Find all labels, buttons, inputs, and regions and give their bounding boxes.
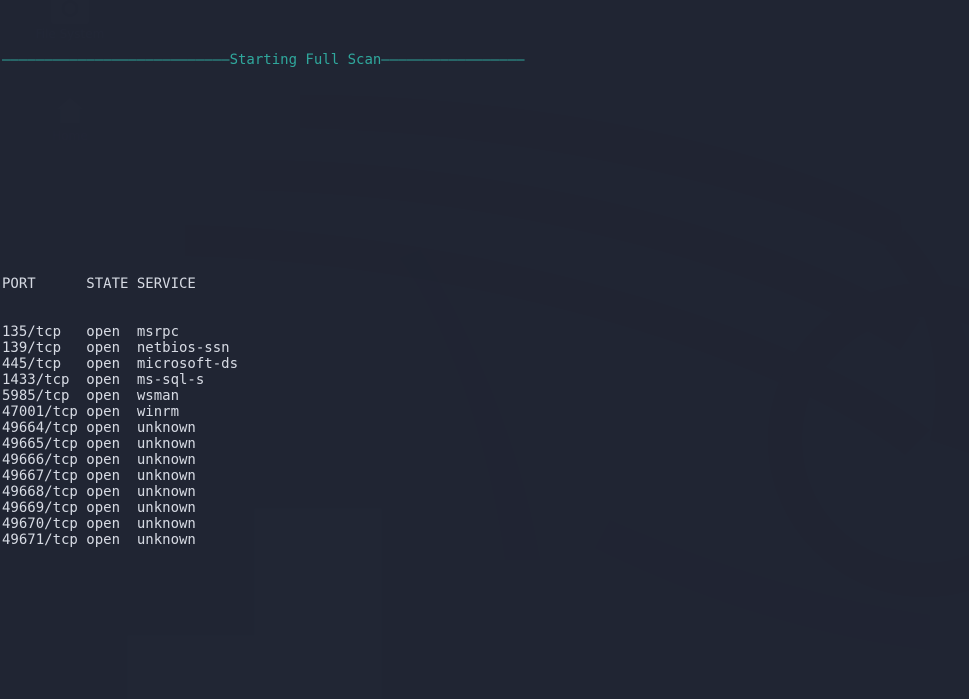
scan-banner: ———————————————————————————Starting Full… (2, 52, 969, 68)
port-table-row: 49666/tcp open unknown (2, 452, 196, 468)
port-table-rows: 135/tcp open msrpc 139/tcp open netbios-s… (2, 324, 969, 548)
port-table-row: 5985/tcp open wsman (2, 388, 180, 404)
banner-title: Starting Full Scan (229, 52, 382, 68)
banner-rule-right: ————————————————— (381, 52, 525, 68)
terminal-output[interactable]: ———————————————————————————Starting Full… (0, 0, 969, 699)
terminal-window[interactable]: ———————————————————————————Starting Full… (0, 0, 969, 699)
port-table-row: 49671/tcp open unknown (2, 532, 196, 548)
port-table-row: 49667/tcp open unknown (2, 468, 196, 484)
port-table-row: 49665/tcp open unknown (2, 436, 196, 452)
port-table-row: 49670/tcp open unknown (2, 516, 196, 532)
port-table-row: 49669/tcp open unknown (2, 500, 196, 516)
port-table-row: 1433/tcp open ms-sql-s (2, 372, 205, 388)
port-table-row: 445/tcp open microsoft-ds (2, 356, 239, 372)
port-table-row: 135/tcp open msrpc (2, 324, 180, 340)
port-table-row: 47001/tcp open winrm (2, 404, 180, 420)
port-table-row: 49668/tcp open unknown (2, 484, 196, 500)
port-table-row: 49664/tcp open unknown (2, 420, 196, 436)
port-table-row: 139/tcp open netbios-ssn (2, 340, 230, 356)
banner-rule-left: ——————————————————————————— (2, 52, 230, 68)
port-table-header: PORT STATE SERVICE (2, 276, 196, 292)
